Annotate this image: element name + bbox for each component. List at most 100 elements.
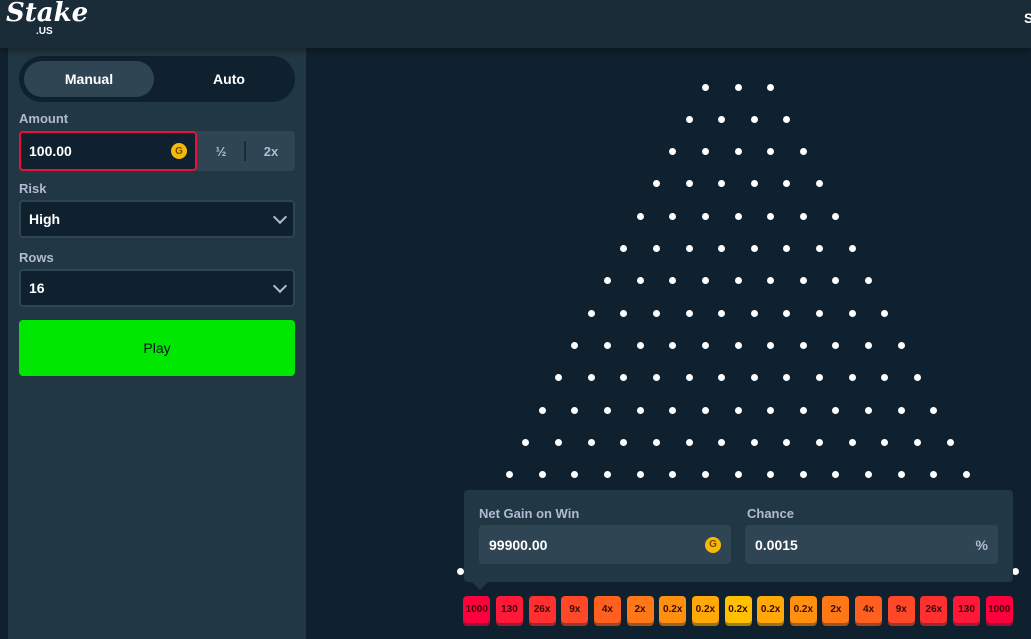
peg [718,115,726,123]
peg [620,245,628,252]
peg [930,406,938,414]
peg [734,471,742,479]
bucket[interactable]: 130 [953,596,981,623]
peg [652,374,660,382]
peg [620,374,628,382]
peg [865,277,873,285]
peg [930,471,938,479]
peg [685,374,693,382]
bucket[interactable]: 2x [626,596,654,623]
peg [505,471,513,479]
peg [767,148,775,156]
peg [767,277,775,285]
peg [734,406,742,414]
peg [897,406,905,414]
bucket[interactable]: 4x [593,596,621,623]
peg [652,245,660,252]
logo-suffix: .US [36,26,53,37]
peg [652,309,660,317]
rows-label: Rows [19,250,54,265]
tab-manual[interactable]: Manual [24,61,154,97]
peg [636,471,644,479]
stake-logo[interactable]: Stake [6,0,88,28]
bucket[interactable]: 0.2x [659,596,687,623]
peg [832,471,840,479]
peg [783,245,791,252]
peg [881,438,889,446]
amount-input[interactable]: 100.00 G [19,131,197,171]
half-button[interactable]: ½ [197,131,245,171]
peg [718,438,726,446]
bucket[interactable]: 0.2x [724,596,752,623]
peg [603,406,611,414]
divider [244,141,246,161]
peg [750,115,758,123]
tab-auto[interactable]: Auto [164,61,294,97]
bucket[interactable]: 9x [887,596,915,623]
peg [734,212,742,220]
bucket[interactable]: 26x [528,596,556,623]
peg [701,148,709,156]
peg [750,180,758,188]
peg [603,277,611,285]
peg [734,341,742,349]
bucket[interactable]: 0.2x [691,596,719,623]
bucket[interactable]: 1000 [463,596,491,623]
peg [897,341,905,349]
peg [652,180,660,188]
peg [685,438,693,446]
peg [848,245,856,252]
peg [456,568,464,575]
peg [816,245,824,252]
peg [783,438,791,446]
bucket[interactable]: 26x [920,596,948,623]
peg [620,438,628,446]
peg [750,374,758,382]
peg [946,438,954,446]
peg [701,471,709,479]
peg [914,438,922,446]
mode-tabs: Manual Auto [19,56,295,102]
peg [669,471,677,479]
bucket[interactable]: 9x [561,596,589,623]
play-button[interactable]: Play [19,320,295,376]
amount-group: 100.00 G ½ 2x [19,131,295,171]
peg [669,341,677,349]
gold-coin-icon: G [171,143,187,159]
peg [734,277,742,285]
peg [783,180,791,188]
rows-value: 16 [29,280,45,296]
peg [701,341,709,349]
rows-select[interactable]: 16 [19,269,295,307]
risk-select[interactable]: High [19,200,295,238]
peg [636,341,644,349]
risk-value: High [29,211,61,227]
bucket[interactable]: 2x [822,596,850,623]
peg [603,341,611,349]
double-button[interactable]: 2x [247,131,295,171]
net-gain-field: 99900.00 G [479,525,731,564]
peg [783,374,791,382]
peg [685,245,693,252]
peg [734,148,742,156]
bucket[interactable]: 4x [855,596,883,623]
amount-label: Amount [19,111,69,126]
bucket[interactable]: 1000 [985,596,1013,623]
top-header: Stake .US S [0,0,1031,48]
peg [587,309,595,317]
net-gain-label: Net Gain on Win [479,506,580,521]
peg [554,374,562,382]
bucket[interactable]: 0.2x [757,596,785,623]
peg [701,277,709,285]
peg [914,374,922,382]
peg [685,115,693,123]
peg [832,277,840,285]
bucket[interactable]: 0.2x [789,596,817,623]
chance-label: Chance [747,506,794,521]
bucket[interactable]: 130 [495,596,523,623]
peg [848,438,856,446]
peg [669,212,677,220]
amount-value: 100.00 [29,143,72,159]
peg [799,471,807,479]
peg [783,309,791,317]
